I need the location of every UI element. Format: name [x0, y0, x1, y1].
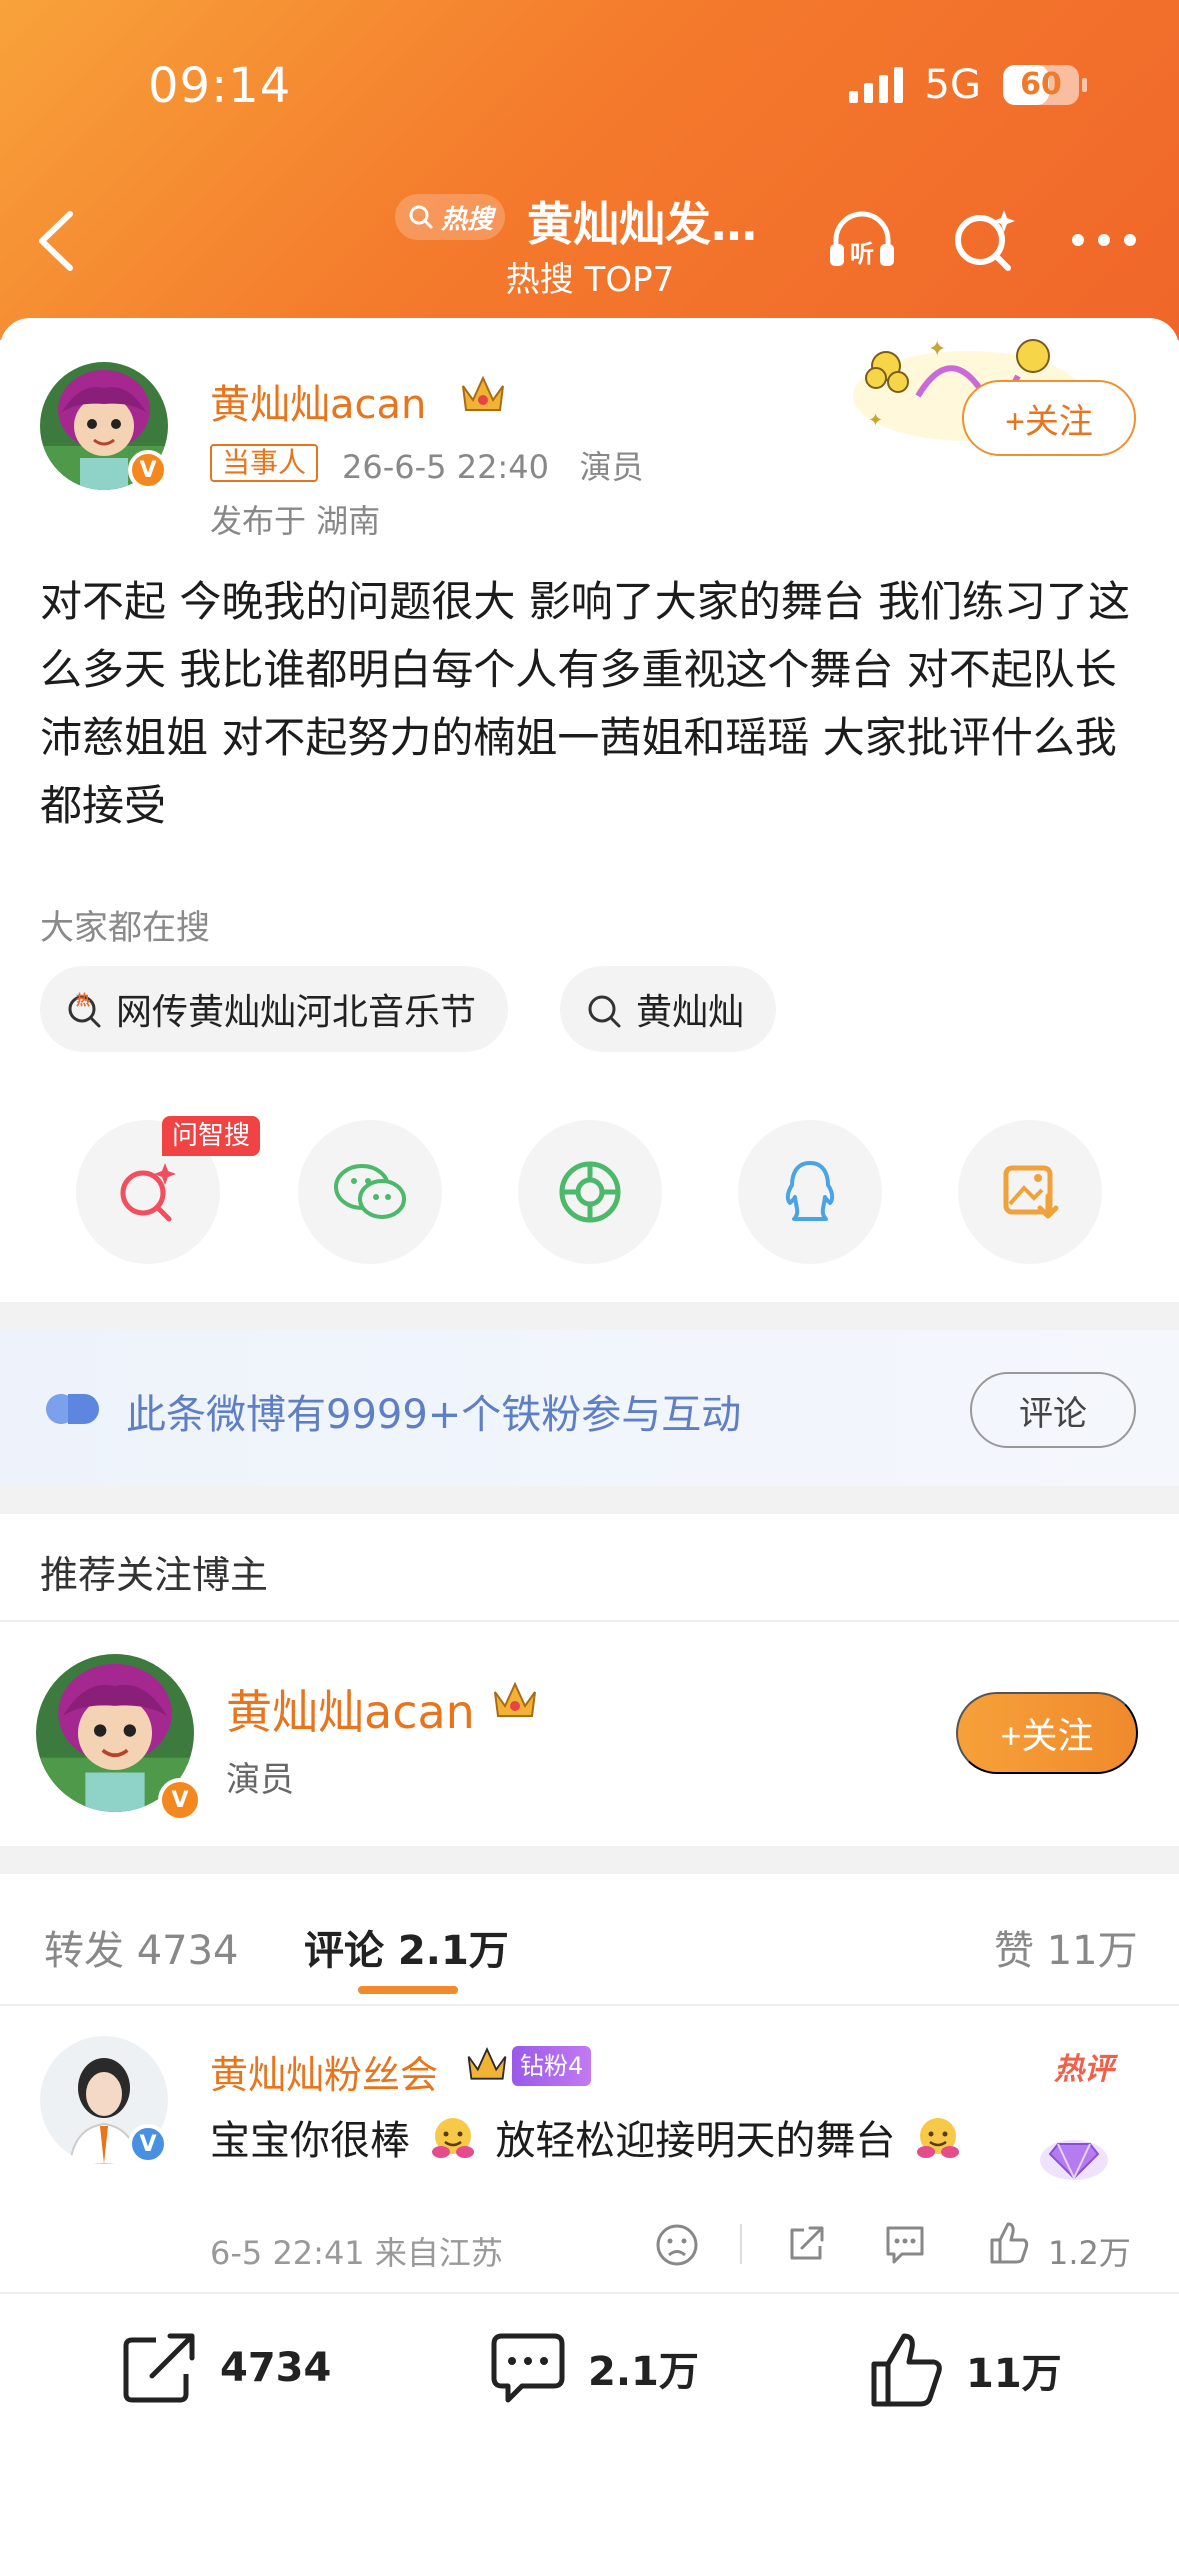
- comment-like-count: 1.2万: [1048, 2234, 1131, 2272]
- recommend-follow-button[interactable]: +关注: [956, 1692, 1138, 1774]
- divider: [0, 2292, 1179, 2294]
- bottom-like-button[interactable]: 11万: [866, 2330, 1062, 2410]
- ask-search-badge: 问智搜: [162, 1116, 261, 1156]
- section-divider: [0, 1846, 1179, 1874]
- bottom-repost-count: 4734: [220, 2345, 332, 2391]
- like-icon[interactable]: [986, 2220, 1030, 2266]
- diamond-badge-icon: [1040, 2140, 1108, 2181]
- post-location: 发布于 湖南: [210, 502, 381, 540]
- repost-icon: [123, 2333, 195, 2403]
- verified-badge-icon: V: [128, 450, 168, 490]
- verified-badge-icon: V: [158, 1778, 202, 1822]
- crown-icon: [462, 375, 504, 411]
- back-icon[interactable]: [32, 206, 82, 276]
- repost-icon[interactable]: [784, 2222, 828, 2266]
- comment-text-part-1: 宝宝你很棒: [210, 2118, 410, 2164]
- bottom-like-count: 11万: [966, 2351, 1062, 2397]
- comment-icon: [491, 2333, 565, 2403]
- fans-icon: [46, 1394, 99, 1424]
- tab-like[interactable]: 赞 11万: [994, 1918, 1138, 1976]
- recommend-follow-label: +关注: [1000, 1715, 1094, 1756]
- follow-label: +关注: [1005, 402, 1093, 441]
- search-icon: [409, 205, 433, 229]
- recommend-name[interactable]: 黄灿灿acan: [226, 1676, 475, 1742]
- share-qq-button[interactable]: [738, 1120, 882, 1264]
- recommend-role: 演员: [226, 1760, 294, 1800]
- page-title: 黄灿灿发…: [527, 197, 757, 251]
- fans-interaction-text: 此条微博有9999+个铁粉参与互动: [126, 1392, 742, 1438]
- comment-text-part-2: 放轻松迎接明天的舞台: [495, 2118, 896, 2164]
- more-icon[interactable]: [1064, 200, 1144, 280]
- svg-text:✦: ✦: [868, 410, 883, 431]
- hug-emoji-icon: [917, 2118, 960, 2158]
- search-icon: [588, 995, 621, 1028]
- hot-comment-tag: 热评: [1054, 2052, 1114, 2087]
- listen-icon[interactable]: 听: [822, 200, 902, 280]
- reply-icon[interactable]: [882, 2222, 928, 2266]
- post-time: 26-6-5 22:40: [342, 448, 549, 486]
- tab-active-indicator: [358, 1986, 458, 1994]
- dislike-icon[interactable]: [654, 2222, 700, 2268]
- author-name[interactable]: 黄灿灿acan: [210, 372, 426, 430]
- bottom-comment-button[interactable]: 2.1万: [488, 2330, 699, 2406]
- battery-level: 60: [1020, 67, 1062, 102]
- page-subtitle: 热搜 TOP7: [505, 260, 675, 300]
- search-chip-1-label: 网传黄灿灿河北音乐节: [116, 992, 477, 1033]
- post-meta: 26-6-5 22:40 演员: [342, 442, 643, 488]
- search-suggest-label: 大家都在搜: [40, 908, 210, 948]
- svg-text:听: 听: [850, 240, 874, 268]
- post-body: 对不起 今晚我的问题很大 影响了大家的舞台 我们练习了这么多天 我比谁都明白每个…: [40, 577, 1131, 830]
- svg-text:热: 热: [76, 992, 90, 1009]
- section-divider: [0, 1486, 1179, 1514]
- bottom-comment-count: 2.1万: [588, 2349, 699, 2395]
- like-icon: [871, 2333, 942, 2407]
- hot-search-icon: 热: [68, 992, 101, 1028]
- search-chip-1[interactable]: 热 网传黄灿灿河北音乐节: [40, 966, 509, 1052]
- wechat-icon: [334, 1164, 406, 1219]
- save-image-icon: [1003, 1165, 1059, 1219]
- divider: [0, 1620, 1179, 1622]
- follow-button[interactable]: +关注: [962, 380, 1136, 456]
- section-divider: [0, 1302, 1179, 1330]
- divider: [740, 2224, 742, 2264]
- share-wechat-button[interactable]: [298, 1120, 442, 1264]
- banner-comment-button[interactable]: 评论: [970, 1372, 1136, 1448]
- fan-crown-icon: [467, 2047, 507, 2080]
- share-moments-button[interactable]: [518, 1120, 662, 1264]
- search-chip-2-label: 黄灿灿: [636, 992, 745, 1033]
- qq-icon: [785, 1161, 835, 1221]
- battery-icon: 60: [1003, 65, 1087, 105]
- search-chip-2[interactable]: 黄灿灿: [560, 966, 777, 1052]
- crown-icon: [494, 1681, 536, 1717]
- network-label: 5G: [924, 62, 981, 108]
- hot-chip-label: 热搜: [440, 204, 493, 235]
- svg-text:✦: ✦: [928, 337, 946, 362]
- top-header: 09:14 5G 60 热搜 黄灿灿发… 热搜 TOP7 听: [0, 0, 1179, 340]
- fan-level-badge: 钻粉4: [512, 2046, 592, 2086]
- save-image-button[interactable]: [958, 1120, 1102, 1264]
- moments-icon: [559, 1161, 621, 1223]
- signal-icon: [848, 67, 903, 103]
- ai-search-icon[interactable]: [944, 200, 1024, 280]
- recommend-title: 推荐关注博主: [40, 1553, 269, 1597]
- divider: [0, 2004, 1179, 2006]
- hot-search-chip: 热搜: [395, 194, 505, 240]
- status-time: 09:14: [148, 58, 292, 114]
- verified-badge-icon: V: [128, 2124, 168, 2164]
- hug-emoji-icon: [431, 2118, 474, 2158]
- ai-search-icon: [120, 1163, 176, 1222]
- comment-meta: 6-5 22:41 来自江苏: [210, 2234, 503, 2272]
- tab-repost[interactable]: 转发 4734: [44, 1918, 239, 1976]
- bottom-repost-button[interactable]: 4734: [120, 2330, 331, 2406]
- author-role: 演员: [579, 448, 644, 486]
- tab-comment[interactable]: 评论 2.1万: [304, 1918, 509, 1976]
- commenter-name[interactable]: 黄灿灿粉丝会: [210, 2044, 438, 2099]
- status-icons: 5G 60: [848, 62, 1087, 108]
- party-tag: 当事人: [210, 444, 319, 482]
- comment-text: 宝宝你很棒 放轻松迎接明天的舞台: [210, 2108, 968, 2166]
